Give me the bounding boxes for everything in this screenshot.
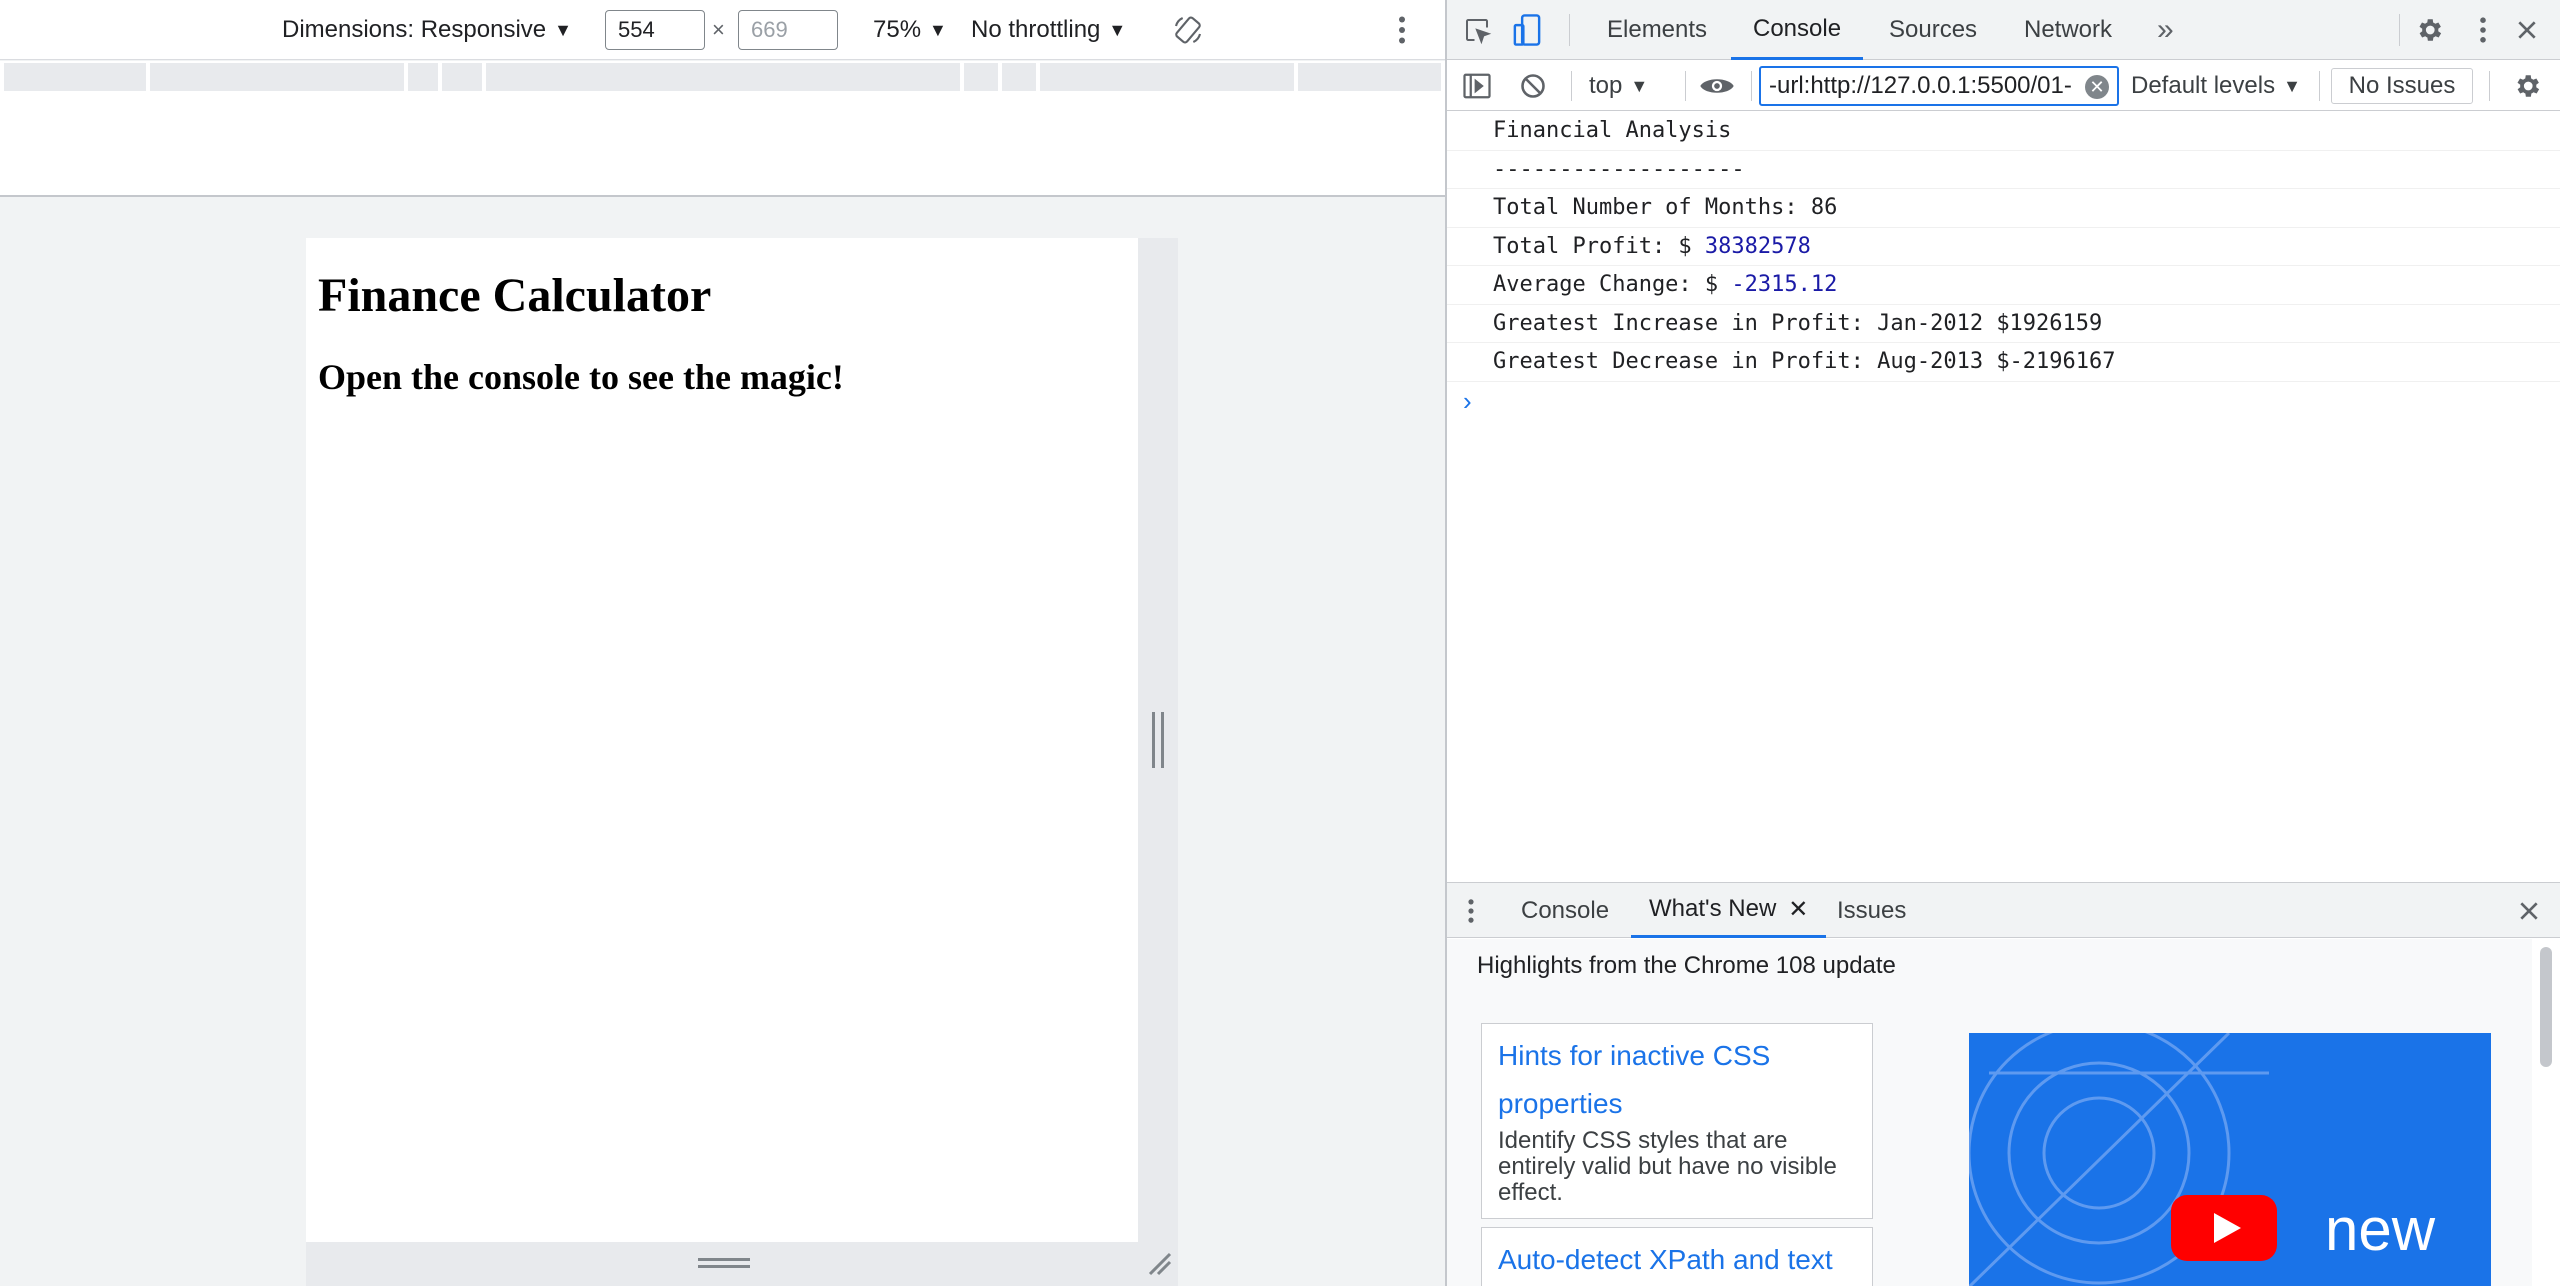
whats-new-video-thumbnail[interactable]: new — [1969, 1033, 2491, 1286]
resize-handle-horizontal[interactable] — [698, 1258, 750, 1268]
dimensions-dropdown[interactable]: Dimensions: Responsive ▼ — [282, 0, 572, 60]
media-query-segment[interactable] — [964, 63, 998, 91]
page-title: Finance Calculator — [318, 269, 712, 322]
more-vert-icon[interactable] — [1461, 895, 1481, 927]
console-message: Financial Analysis — [1447, 112, 2560, 151]
drawer-tab-console[interactable]: Console — [1521, 883, 1609, 938]
media-query-segment[interactable] — [1002, 63, 1036, 91]
console-message: Greatest Increase in Profit: Jan-2012 $1… — [1447, 305, 2560, 343]
media-query-segment[interactable] — [486, 63, 960, 91]
devtools-tabbar: Elements Console Sources Network » — [1447, 0, 2560, 60]
scroll-thumb[interactable] — [2540, 947, 2552, 1067]
caret-down-icon: ▼ — [2283, 75, 2301, 96]
feature-description: Identify CSS styles that are entirely va… — [1498, 1127, 1837, 1206]
drawer-tab-whats-new[interactable]: What's New ✕ — [1631, 883, 1827, 938]
tab-sources[interactable]: Sources — [1889, 0, 1977, 60]
inspect-icon[interactable] — [1461, 14, 1493, 46]
device-viewport-area: Dimensions: Responsive ▼ 554 × 669 75% ▼ N… — [0, 0, 1445, 1286]
console-message: Total Profit: $ 38382578 — [1447, 228, 2560, 266]
clear-filter-icon[interactable]: ✕ — [2085, 75, 2109, 99]
media-query-bar — [0, 61, 1445, 93]
devtools-panel: Elements Console Sources Network » top ▼ — [1447, 0, 2560, 1286]
console-prompt[interactable]: › — [1447, 382, 2560, 422]
tab-console[interactable]: Console — [1731, 0, 1864, 60]
device-icon[interactable] — [1511, 12, 1543, 48]
device-toolbar: Dimensions: Responsive ▼ 554 × 669 75% ▼ N… — [0, 0, 1445, 60]
message-number: 38382578 — [1704, 233, 1811, 259]
feature-title[interactable]: Hints for inactive CSS properties — [1498, 1032, 1856, 1128]
context-dropdown[interactable]: top ▼ — [1589, 61, 1648, 111]
message-number: -2315.12 — [1731, 272, 1838, 298]
caret-down-icon: ▼ — [1630, 75, 1649, 96]
feature-card[interactable]: Hints for inactive CSS properties Identi… — [1481, 1023, 1873, 1219]
rotate-icon[interactable] — [1172, 0, 1204, 60]
console-message: Total Number of Months: 86 — [1447, 189, 2560, 228]
console-message: Average Change: $ -2315.12 — [1447, 266, 2560, 305]
tab-elements[interactable]: Elements — [1607, 0, 1707, 60]
console-toolbar: top ▼ -url:http://127.0.0.1:5500/01- ✕ De… — [1447, 61, 2560, 111]
console-message: ------------------- — [1447, 151, 2560, 189]
video-caption: new — [2325, 1196, 2436, 1263]
times-sign: × — [712, 17, 725, 42]
drawer: Console What's New ✕ Issues Highlights f… — [1447, 882, 2560, 1286]
zoom-label: 75% — [873, 16, 922, 43]
whats-new-content: Highlights from the Chrome 108 update Hi… — [1447, 939, 2532, 1286]
close-tab-icon[interactable]: ✕ — [1788, 895, 1808, 924]
context-label: top — [1589, 72, 1623, 99]
media-query-segment[interactable] — [4, 63, 146, 91]
console-settings-gear-icon[interactable] — [2511, 70, 2543, 102]
levels-label: Default levels — [2131, 72, 2276, 99]
message-text: Total Profit: $ — [1493, 233, 1705, 259]
drawer-tab-issues[interactable]: Issues — [1837, 883, 1906, 938]
dimensions-label: Dimensions: Responsive — [282, 16, 547, 43]
message-text: Average Change: $ — [1493, 272, 1732, 298]
levels-dropdown[interactable]: Default levels ▼ — [2131, 61, 2301, 111]
throttling-label: No throttling — [971, 16, 1101, 43]
media-query-segment[interactable] — [150, 63, 404, 91]
ruler-area — [0, 93, 1445, 197]
zoom-dropdown[interactable]: 75% ▼ — [873, 0, 947, 60]
sidebar-icon[interactable] — [1461, 70, 1493, 102]
close-drawer-icon[interactable] — [2513, 895, 2545, 927]
media-query-segment[interactable] — [1298, 63, 1441, 91]
resize-handle-vertical[interactable] — [1152, 712, 1164, 768]
throttling-dropdown[interactable]: No throttling ▼ — [971, 0, 1126, 60]
close-icon[interactable] — [2511, 14, 2543, 46]
console-output[interactable]: Financial Analysis ------------------- T… — [1447, 112, 2560, 882]
media-query-segment[interactable] — [408, 63, 438, 91]
width-input[interactable]: 554 — [605, 10, 705, 50]
caret-down-icon: ▼ — [1108, 19, 1127, 40]
eye-icon[interactable] — [1691, 70, 1743, 102]
gear-icon[interactable] — [2413, 14, 2445, 46]
drawer-tabbar: Console What's New ✕ Issues — [1447, 883, 2560, 938]
resize-corner-icon[interactable] — [1146, 1250, 1172, 1276]
media-query-segment[interactable] — [1040, 63, 1294, 91]
scrollbar[interactable] — [2532, 939, 2560, 1286]
caret-down-icon: ▼ — [554, 19, 572, 40]
feature-card[interactable]: Auto-detect XPath and text — [1481, 1227, 1873, 1286]
feature-title[interactable]: Auto-detect XPath and text — [1498, 1236, 1856, 1284]
clear-console-icon[interactable] — [1517, 70, 1549, 102]
tab-network[interactable]: Network — [2024, 0, 2112, 60]
caret-down-icon: ▼ — [929, 19, 947, 40]
more-tabs-icon[interactable]: » — [2157, 0, 2174, 60]
more-vert-icon[interactable] — [1396, 0, 1408, 60]
console-message: Greatest Decrease in Profit: Aug-2013 $-… — [1447, 343, 2560, 382]
whats-new-header: Highlights from the Chrome 108 update — [1477, 952, 1896, 979]
youtube-play-icon[interactable] — [2171, 1195, 2277, 1261]
page-subtitle: Open the console to see the magic! — [318, 357, 844, 397]
filter-input[interactable]: -url:http://127.0.0.1:5500/01- — [1759, 66, 2119, 106]
issues-button[interactable]: No Issues — [2331, 68, 2473, 104]
drawer-tab-label: What's New — [1649, 895, 1777, 922]
height-input[interactable]: 669 — [738, 10, 838, 50]
more-vert-icon[interactable] — [2467, 14, 2499, 46]
media-query-segment[interactable] — [442, 63, 482, 91]
